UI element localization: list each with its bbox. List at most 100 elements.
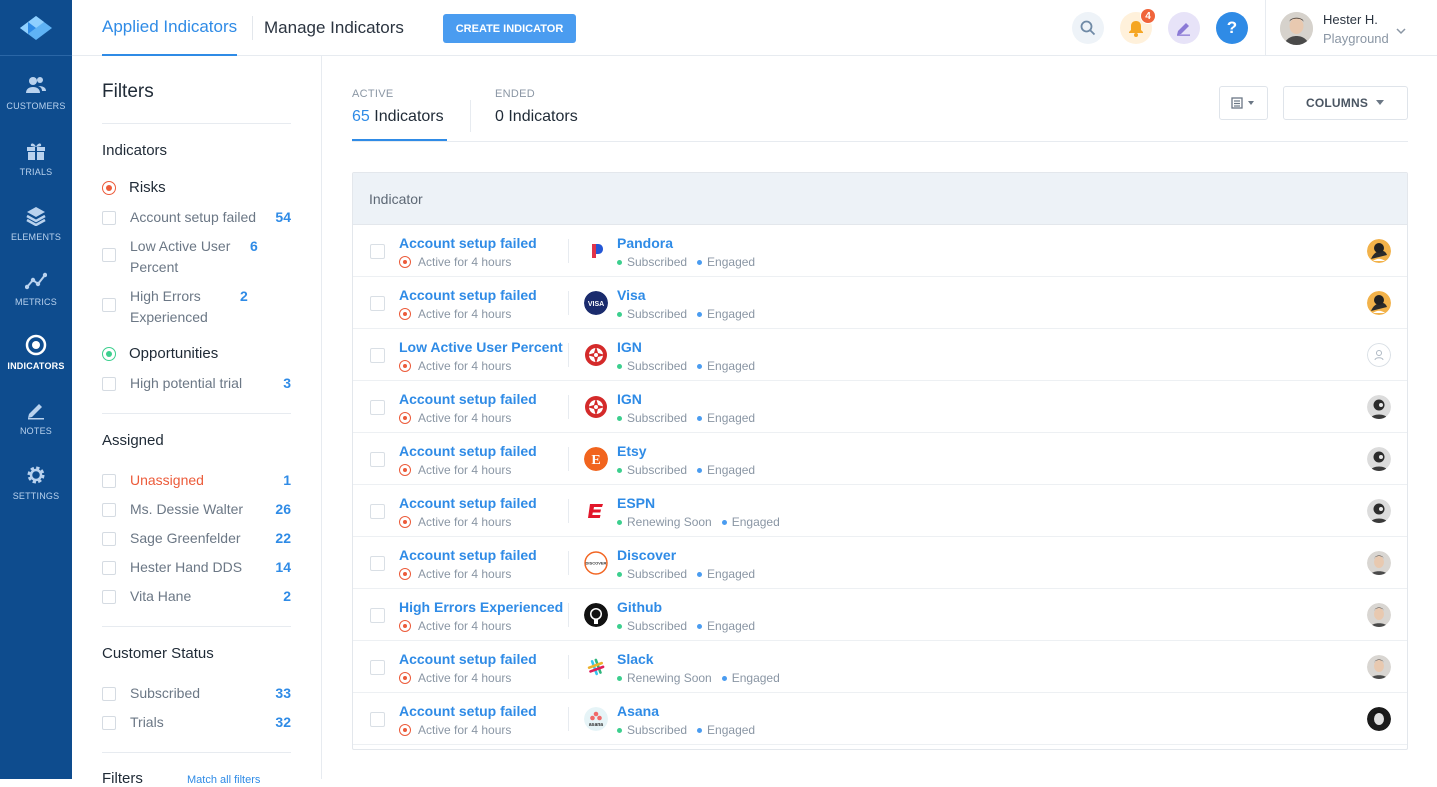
filter-option[interactable]: Account setup failed 54 xyxy=(102,207,291,228)
row-checkbox[interactable] xyxy=(370,556,385,571)
table-row[interactable]: Account setup failed Active for 4 hours DI… xyxy=(353,537,1407,589)
checkbox[interactable] xyxy=(102,298,116,312)
checkbox[interactable] xyxy=(102,503,116,517)
assignee-avatar[interactable] xyxy=(1367,343,1391,367)
indicator-link[interactable]: Account setup failed xyxy=(399,547,537,563)
compose-button[interactable] xyxy=(1168,12,1200,44)
table-row[interactable]: Low Active User Percent Active for 4 hour… xyxy=(353,329,1407,381)
table-row[interactable]: Account setup failed Active for 4 hours VI… xyxy=(353,277,1407,329)
company-link[interactable]: Discover xyxy=(617,547,676,563)
row-checkbox[interactable] xyxy=(370,504,385,519)
row-checkbox[interactable] xyxy=(370,348,385,363)
checkbox[interactable] xyxy=(102,561,116,575)
checkbox[interactable] xyxy=(102,211,116,225)
checkbox[interactable] xyxy=(102,532,116,546)
row-checkbox[interactable] xyxy=(370,244,385,259)
filter-option[interactable]: Low Active User Percent 6 xyxy=(102,236,291,278)
company-link[interactable]: Visa xyxy=(617,287,646,303)
company-link[interactable]: IGN xyxy=(617,339,642,355)
match-all-filters-dropdown[interactable]: Match all filters xyxy=(187,774,260,786)
user-avatar[interactable] xyxy=(1280,12,1313,45)
company-link[interactable]: IGN xyxy=(617,391,642,407)
indicator-link[interactable]: Account setup failed xyxy=(399,235,537,251)
table-row[interactable]: Account setup failed Active for 4 hours Pa… xyxy=(353,225,1407,277)
checkbox[interactable] xyxy=(102,716,116,730)
opportunities-category[interactable]: Opportunities xyxy=(102,345,218,362)
row-checkbox[interactable] xyxy=(370,660,385,675)
search-button[interactable] xyxy=(1072,12,1104,44)
user-name[interactable]: Hester H. xyxy=(1323,12,1378,27)
chevron-down-icon[interactable] xyxy=(1396,22,1406,40)
create-indicator-button[interactable]: CREATE INDICATOR xyxy=(443,14,576,43)
nav-notes[interactable]: NOTES xyxy=(0,399,72,436)
row-checkbox[interactable] xyxy=(370,452,385,467)
filter-option[interactable]: Subscribed 33 xyxy=(102,683,291,704)
indicator-link[interactable]: Account setup failed xyxy=(399,495,537,511)
indicator-link[interactable]: Account setup failed xyxy=(399,703,537,719)
company-link[interactable]: Slack xyxy=(617,651,654,667)
assignee-avatar[interactable] xyxy=(1367,603,1391,627)
assignee-avatar[interactable] xyxy=(1367,291,1391,315)
notifications-button[interactable]: 4 xyxy=(1120,8,1156,44)
columns-button[interactable]: COLUMNS xyxy=(1283,86,1408,120)
indicator-link[interactable]: Account setup failed xyxy=(399,287,537,303)
row-checkbox[interactable] xyxy=(370,712,385,727)
filter-option[interactable]: High Errors Experienced 2 xyxy=(102,286,291,328)
filter-option[interactable]: Sage Greenfelder 22 xyxy=(102,528,291,549)
checkbox[interactable] xyxy=(102,687,116,701)
app-logo[interactable] xyxy=(0,0,72,56)
filters-title: Filters xyxy=(102,81,154,102)
table-row[interactable]: Account setup failed Active for 4 hours E E… xyxy=(353,433,1407,485)
tab-applied-indicators[interactable]: Applied Indicators xyxy=(102,0,238,56)
risk-icon xyxy=(399,516,411,528)
risks-category[interactable]: Risks xyxy=(102,179,166,196)
checkbox[interactable] xyxy=(102,248,116,262)
tab-manage-indicators[interactable]: Manage Indicators xyxy=(264,0,404,56)
filter-option[interactable]: Trials 32 xyxy=(102,712,291,733)
checkbox[interactable] xyxy=(102,377,116,391)
company-link[interactable]: Etsy xyxy=(617,443,647,459)
nav-elements[interactable]: ELEMENTS xyxy=(0,205,72,242)
checkbox[interactable] xyxy=(102,590,116,604)
nav-trials[interactable]: TRIALS xyxy=(0,140,72,177)
indicator-link[interactable]: Account setup failed xyxy=(399,443,537,459)
assignee-avatar[interactable] xyxy=(1367,499,1391,523)
assignee-avatar[interactable] xyxy=(1367,551,1391,575)
indicator-link[interactable]: Account setup failed xyxy=(399,651,537,667)
nav-customers[interactable]: CUSTOMERS xyxy=(0,74,72,111)
tab-ended[interactable]: ENDED 0 Indicators xyxy=(495,88,578,126)
column-header-indicator[interactable]: Indicator xyxy=(369,191,423,207)
nav-indicators[interactable]: INDICATORS xyxy=(0,334,72,371)
row-checkbox[interactable] xyxy=(370,400,385,415)
company-link[interactable]: ESPN xyxy=(617,495,655,511)
assignee-avatar[interactable] xyxy=(1367,239,1391,263)
company-link[interactable]: Pandora xyxy=(617,235,673,251)
row-checkbox[interactable] xyxy=(370,296,385,311)
assignee-avatar[interactable] xyxy=(1367,655,1391,679)
assignee-avatar[interactable] xyxy=(1367,395,1391,419)
tab-active[interactable]: ACTIVE 65 Indicators xyxy=(352,88,444,126)
table-row[interactable]: Account setup failed Active for 4 hours IG… xyxy=(353,381,1407,433)
nav-metrics[interactable]: METRICS xyxy=(0,270,72,307)
help-button[interactable]: ? xyxy=(1216,12,1248,44)
filter-option[interactable]: Vita Hane 2 xyxy=(102,586,291,607)
nav-settings[interactable]: SETTINGS xyxy=(0,464,72,501)
checkbox[interactable] xyxy=(102,474,116,488)
row-checkbox[interactable] xyxy=(370,608,385,623)
company-link[interactable]: Asana xyxy=(617,703,659,719)
indicator-link[interactable]: Account setup failed xyxy=(399,391,537,407)
filter-option[interactable]: High potential trial 3 xyxy=(102,373,291,394)
table-row[interactable]: Account setup failed Active for 4 hours as… xyxy=(353,693,1407,745)
table-row[interactable]: Account setup failed Active for 4 hours ES… xyxy=(353,485,1407,537)
table-row[interactable]: High Errors Experienced Active for 4 hour… xyxy=(353,589,1407,641)
filter-option[interactable]: Hester Hand DDS 14 xyxy=(102,557,291,578)
assignee-avatar[interactable] xyxy=(1367,447,1391,471)
filter-option[interactable]: Ms. Dessie Walter 26 xyxy=(102,499,291,520)
company-link[interactable]: Github xyxy=(617,599,662,615)
indicator-link[interactable]: Low Active User Percent xyxy=(399,339,563,355)
indicator-link[interactable]: High Errors Experienced xyxy=(399,599,563,615)
table-row[interactable]: Account setup failed Active for 4 hours Sl… xyxy=(353,641,1407,693)
filter-option[interactable]: Unassigned 1 xyxy=(102,470,291,491)
assignee-avatar[interactable] xyxy=(1367,707,1391,731)
view-toggle-button[interactable] xyxy=(1219,86,1268,120)
